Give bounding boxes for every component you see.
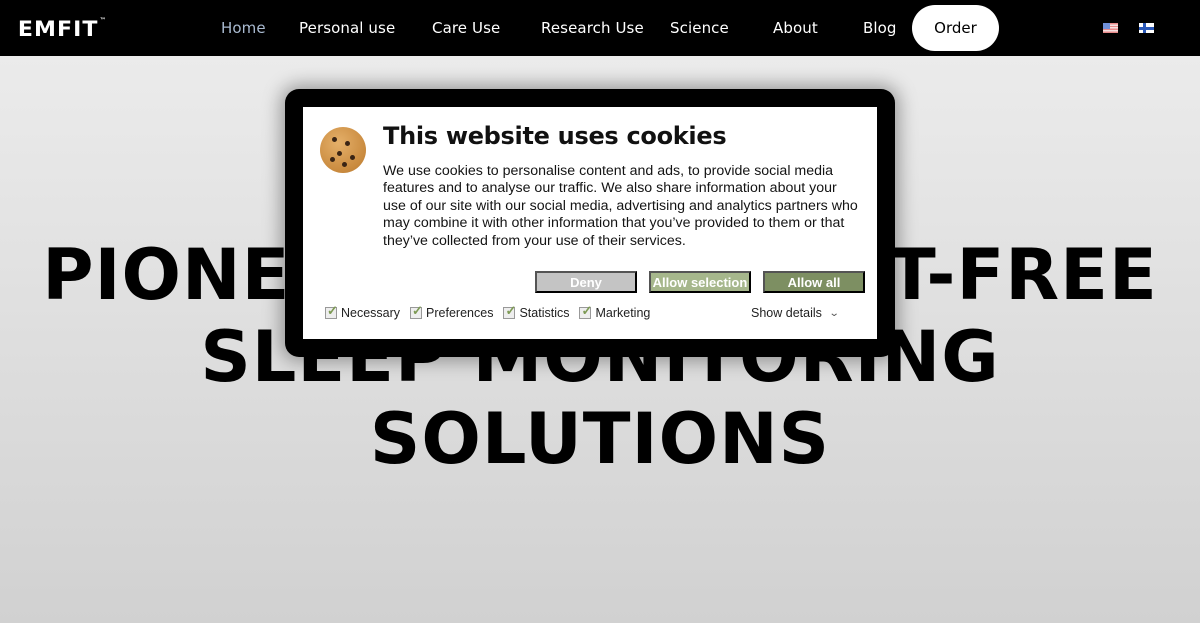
checkbox-icon[interactable] <box>579 303 592 319</box>
top-navbar: EMFIT™ Home Personal use Care Use Resear… <box>0 0 1200 56</box>
flag-us-icon[interactable] <box>1103 23 1118 33</box>
nav-research-use[interactable]: Research Use <box>541 19 644 37</box>
logo-text: EMFIT <box>17 17 99 41</box>
nav-personal-use[interactable]: Personal use <box>299 19 395 37</box>
emfit-logo[interactable]: EMFIT™ <box>18 17 107 41</box>
checkbox-label: Preferences <box>426 306 494 320</box>
checkbox-icon[interactable] <box>410 303 423 319</box>
order-button[interactable]: Order <box>912 5 999 51</box>
checkbox-label: Statistics <box>519 306 570 320</box>
show-details-toggle[interactable]: Show details ⌄ <box>751 306 840 320</box>
cookie-dialog: This website uses cookies We use cookies… <box>303 107 877 339</box>
deny-button[interactable]: Deny <box>535 271 637 293</box>
cookie-dialog-title: This website uses cookies <box>383 122 727 150</box>
cookie-dialog-body: We use cookies to personalise content an… <box>383 163 858 249</box>
nav-home[interactable]: Home <box>221 19 266 37</box>
flag-fi-icon[interactable] <box>1139 23 1154 33</box>
checkbox-marketing[interactable]: Marketing <box>579 303 651 320</box>
nav-blog[interactable]: Blog <box>863 19 897 37</box>
show-details-label: Show details <box>751 306 822 320</box>
checkbox-preferences[interactable]: Preferences <box>410 303 494 320</box>
checkbox-label: Necessary <box>341 306 401 320</box>
trademark-mark: ™ <box>99 17 107 24</box>
chevron-down-icon: ⌄ <box>828 307 840 319</box>
checkbox-necessary[interactable]: Necessary <box>325 303 401 320</box>
nav-about[interactable]: About <box>773 19 818 37</box>
checkbox-statistics[interactable]: Statistics <box>503 303 570 320</box>
nav-science[interactable]: Science <box>670 19 729 37</box>
checkbox-label: Marketing <box>595 306 651 320</box>
checkbox-icon[interactable] <box>503 303 516 319</box>
allow-all-button[interactable]: Allow all <box>763 271 865 293</box>
checkbox-icon[interactable] <box>325 303 338 319</box>
allow-selection-button[interactable]: Allow selection <box>649 271 751 293</box>
nav-care-use[interactable]: Care Use <box>432 19 500 37</box>
consent-checkboxes: Necessary Preferences Statistics Marketi… <box>325 303 651 320</box>
cookie-icon <box>320 127 366 173</box>
hero-line-3: SOLUTIONS <box>369 398 831 480</box>
